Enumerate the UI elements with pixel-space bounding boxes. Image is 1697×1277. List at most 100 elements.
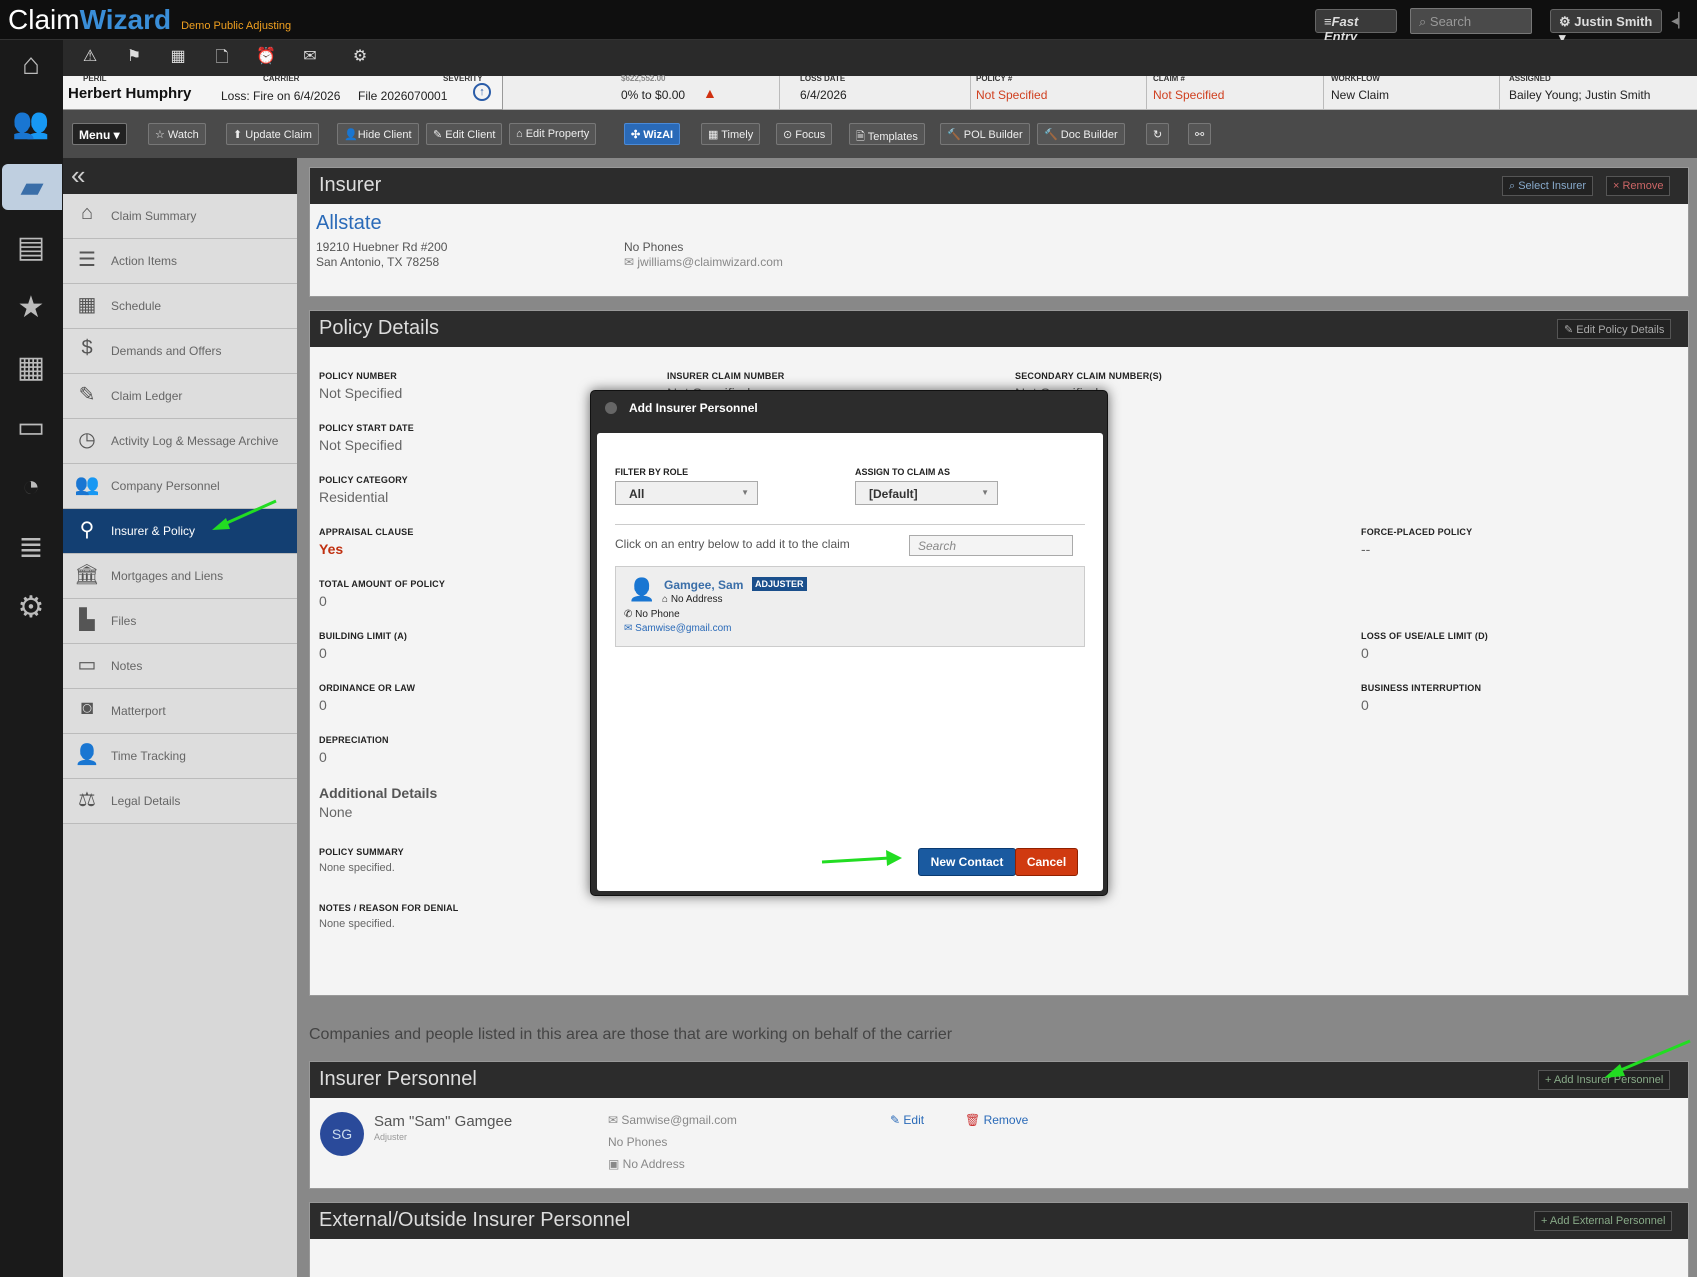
chevron-down-icon: ▼	[741, 488, 749, 497]
workflow-value[interactable]: New Claim	[1331, 88, 1389, 102]
policy-number-label: POLICY #	[976, 74, 1013, 83]
fast-entry-button[interactable]: ≡Fast Entry	[1315, 9, 1397, 44]
calendar-icon[interactable]: ▦	[6, 344, 56, 390]
remove-insurer-button[interactable]: × Remove	[1606, 176, 1671, 196]
instruction-text: Click on an entry below to add it to the…	[615, 537, 850, 551]
policy-category-value: Residential	[319, 489, 389, 505]
global-search-input[interactable]: ⌕ Search	[1410, 8, 1532, 34]
personnel-address-text: No Address	[622, 1157, 685, 1171]
settings-icon[interactable]: ⚙	[345, 46, 375, 70]
assigned-value[interactable]: Bailey Young; Justin Smith	[1509, 88, 1650, 102]
camera-icon: ◙	[80, 697, 94, 719]
personnel-search-input[interactable]: Search	[909, 535, 1073, 556]
personnel-entry[interactable]: 👤 Gamgee, Sam ADJUSTER ⌂ No Address ✆ No…	[615, 566, 1085, 647]
nav-legal-details[interactable]: ⚖ Legal Details	[63, 779, 297, 824]
user-menu-button[interactable]: ⚙ Justin Smith ▾	[1550, 9, 1662, 45]
insurer-email[interactable]: ✉ jwilliams@claimwizard.com	[624, 255, 783, 269]
new-contact-button[interactable]: New Contact	[918, 848, 1016, 876]
remove-personnel-link[interactable]: 🗑 Remove	[965, 1113, 1028, 1127]
home-icon[interactable]: ⌂	[6, 42, 56, 88]
nav-mortgages-liens[interactable]: 🏛 Mortgages and Liens	[63, 554, 297, 599]
menu-button[interactable]: Menu ▾	[72, 123, 127, 145]
dialog-icon	[605, 402, 617, 414]
nav-label: Insurer & Policy	[111, 524, 196, 538]
contacts-icon[interactable]: 👥	[6, 100, 56, 146]
edit-client-button[interactable]: ✎ Edit Client	[426, 123, 503, 145]
assign-claim-label: ASSIGN TO CLAIM AS	[855, 467, 951, 477]
nav-claim-ledger[interactable]: ✎ Claim Ledger	[63, 374, 297, 419]
wizai-button[interactable]: ✣ WizAI	[624, 123, 681, 145]
assigned-label: ASSIGNED	[1509, 74, 1551, 83]
additional-details-heading: Additional Details	[319, 785, 438, 801]
top-bar: Claim Wizard Demo Public Adjusting ≡Fast…	[0, 0, 1697, 45]
nav-claim-summary[interactable]: ⌂ Claim Summary	[63, 194, 297, 239]
personnel-email[interactable]: ✉ Samwise@gmail.com	[608, 1113, 737, 1127]
id-card-icon[interactable]: ▤	[6, 224, 56, 270]
policy-summary-value: None specified.	[319, 862, 395, 874]
edit-personnel-link[interactable]: ✎ Edit	[890, 1113, 924, 1127]
links-icon[interactable]: ⚯	[1188, 123, 1212, 145]
flag-icon[interactable]: ⚑	[119, 46, 149, 70]
gears-icon[interactable]: ⚙	[6, 584, 56, 630]
appraisal-clause-label: APPRAISAL CLAUSE	[319, 527, 414, 537]
pol-builder-button[interactable]: 🔨 POL Builder	[940, 123, 1030, 145]
policy-start-label: POLICY START DATE	[319, 423, 414, 433]
collapse-nav-icon[interactable]: «	[63, 158, 297, 194]
insurer-name[interactable]: Allstate	[316, 212, 382, 235]
divider	[1499, 76, 1500, 110]
add-external-personnel-button[interactable]: + Add External Personnel	[1534, 1211, 1673, 1231]
entry-email: ✉ Samwise@gmail.com	[624, 623, 731, 634]
policy-panel-title: Policy Details	[310, 311, 1688, 347]
hide-client-button[interactable]: 👤Hide Client	[337, 123, 419, 145]
mail-icon: ✉	[608, 1113, 622, 1127]
nav-schedule[interactable]: ▦ Schedule	[63, 284, 297, 329]
mail-icon[interactable]: ✉	[295, 46, 325, 70]
assign-claim-select[interactable]: [Default] ▼	[855, 481, 998, 505]
calendar-icon[interactable]: ▦	[163, 46, 193, 70]
templates-button[interactable]: 🗎 Templates	[849, 123, 925, 145]
focus-button[interactable]: ⊙ Focus	[776, 123, 833, 145]
collapse-panel-icon[interactable]: ◂▏	[1671, 12, 1689, 29]
client-summary-box[interactable]: PERIL CARRIER SEVERITY Herbert Humphry L…	[63, 74, 503, 110]
nav-files[interactable]: ▙ Files	[63, 599, 297, 644]
card-icon[interactable]: ▭	[6, 404, 56, 450]
entry-address-text: No Address	[670, 594, 723, 605]
dialog-title: Add Insurer Personnel	[629, 401, 758, 415]
alarm-icon[interactable]: ⏰	[251, 46, 281, 70]
claim-number-value[interactable]: Not Specified	[1153, 88, 1224, 102]
policy-number-value[interactable]: Not Specified	[976, 88, 1047, 102]
nav-action-items[interactable]: ☰ Action Items	[63, 239, 297, 284]
divider	[1323, 76, 1324, 110]
progress-label: $622,552.00	[621, 74, 666, 83]
nav-demands-offers[interactable]: $ Demands and Offers	[63, 329, 297, 374]
claims-folder-icon[interactable]: ▰	[2, 164, 62, 210]
divider	[615, 524, 1085, 525]
policy-start-value: Not Specified	[319, 437, 403, 453]
pie-chart-icon[interactable]: ◔	[6, 464, 56, 510]
edit-property-button[interactable]: ⌂ Edit Property	[509, 123, 597, 145]
edit-policy-details-button[interactable]: ✎ Edit Policy Details	[1557, 319, 1672, 339]
role-badge: ADJUSTER	[752, 577, 807, 591]
nav-notes[interactable]: ▭ Notes	[63, 644, 297, 689]
nav-matterport[interactable]: ◙ Matterport	[63, 689, 297, 734]
warning-icon[interactable]: ⚠	[75, 46, 105, 70]
id-card-icon: ▣	[608, 1157, 623, 1171]
insurer-claim-number-label: INSURER CLAIM NUMBER	[667, 371, 785, 381]
books-icon[interactable]: ≣	[6, 524, 56, 570]
nav-activity-log[interactable]: ◷ Activity Log & Message Archive	[63, 419, 297, 464]
update-claim-button[interactable]: ⬆ Update Claim	[226, 123, 319, 145]
claimwizard-logo[interactable]: Claim Wizard Demo Public Adjusting	[8, 4, 291, 36]
refresh-icon[interactable]: ↻	[1146, 123, 1170, 145]
filter-role-select[interactable]: All ▼	[615, 481, 758, 505]
select-insurer-button[interactable]: ⌕ Select Insurer	[1502, 176, 1594, 196]
person-avatar-icon: 👤	[628, 577, 656, 602]
star-icon[interactable]: ★	[6, 284, 56, 330]
watch-button[interactable]: ☆ Watch	[148, 123, 206, 145]
force-placed-label: FORCE-PLACED POLICY	[1361, 527, 1473, 537]
document-icon[interactable]: 🗋	[207, 46, 237, 70]
doc-builder-button[interactable]: 🔨 Doc Builder	[1037, 123, 1125, 145]
edit-policy-label: Edit Policy Details	[1576, 324, 1665, 336]
timely-button[interactable]: ▦ Timely	[701, 123, 761, 145]
nav-time-tracking[interactable]: 👤 Time Tracking	[63, 734, 297, 779]
cancel-button[interactable]: Cancel	[1015, 848, 1078, 876]
